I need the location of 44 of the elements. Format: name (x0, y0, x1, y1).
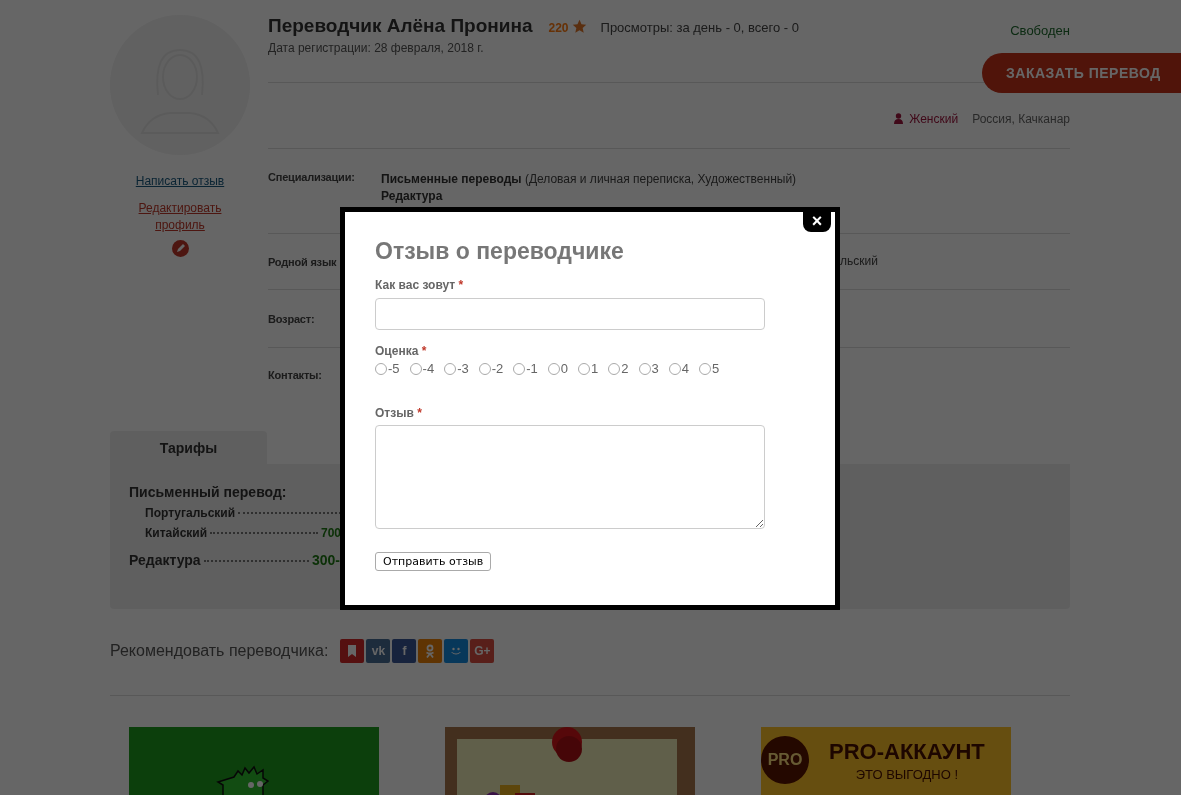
rating-option[interactable]: -4 (409, 361, 435, 376)
close-button[interactable]: × (803, 210, 831, 232)
tariff-group-title: Редактура (129, 552, 201, 568)
detail-value: Письменные переводы (Деловая и личная переписка, Художественный) (381, 171, 798, 188)
field-label: Как вас зовут * (375, 278, 465, 292)
share-button[interactable] (418, 639, 443, 663)
detail-value: Редактура (381, 188, 444, 205)
translator-name: Переводчик Алёна Пронина (268, 15, 533, 37)
status-text: Свободен (1010, 23, 1070, 38)
price-text: 300- (311, 552, 340, 568)
submit-button[interactable]: Отправить отзыв (375, 552, 492, 571)
rating-count: 220 (548, 21, 569, 37)
star-icon (571, 19, 587, 34)
share-button[interactable] (444, 639, 469, 663)
pencil-icon[interactable] (171, 240, 189, 257)
rating-option[interactable]: -2 (478, 361, 504, 376)
language-name: Китайский (145, 526, 208, 540)
views-text: Просмотры: за день - 0, всего - 0 (600, 20, 799, 37)
banner-title: PRO-АККАУНТ (829, 739, 985, 765)
detail-label: Родной язык (268, 255, 338, 268)
banner-subtitle: ЭТО ВЫГОДНО ! (855, 768, 959, 782)
rating-option[interactable]: -5 (375, 361, 400, 376)
detail-label: Контакты: (268, 368, 323, 381)
rating-option[interactable]: 5 (699, 361, 720, 376)
share-button[interactable] (340, 639, 365, 663)
person-icon (894, 113, 904, 124)
recommend-label: Рекомендовать переводчика: (110, 642, 329, 660)
price-text: 700 (320, 526, 341, 540)
pro-badge: PRO (761, 736, 809, 784)
language-name: Португальский (145, 506, 236, 520)
review-textarea[interactable] (375, 425, 765, 529)
field-label: Отзыв * (375, 406, 423, 420)
registration-date: Дата регистрации: 28 февраля, 2018 г. (268, 41, 485, 55)
tariff-group-title: Письменный перевод: (129, 484, 288, 500)
detail-label: Возраст: (268, 312, 316, 325)
gender-text: Женский (909, 111, 959, 126)
rating-option[interactable]: -1 (513, 361, 538, 376)
rating-option[interactable]: -3 (444, 361, 469, 376)
field-label: Оценка * (375, 344, 428, 358)
location-text: Россия, Качканар (972, 111, 1070, 126)
detail-label: Специализации: (268, 171, 356, 183)
dialog-title: Отзыв о переводчике (375, 238, 625, 265)
detail-value: льский (840, 253, 879, 270)
name-input[interactable] (375, 298, 765, 330)
